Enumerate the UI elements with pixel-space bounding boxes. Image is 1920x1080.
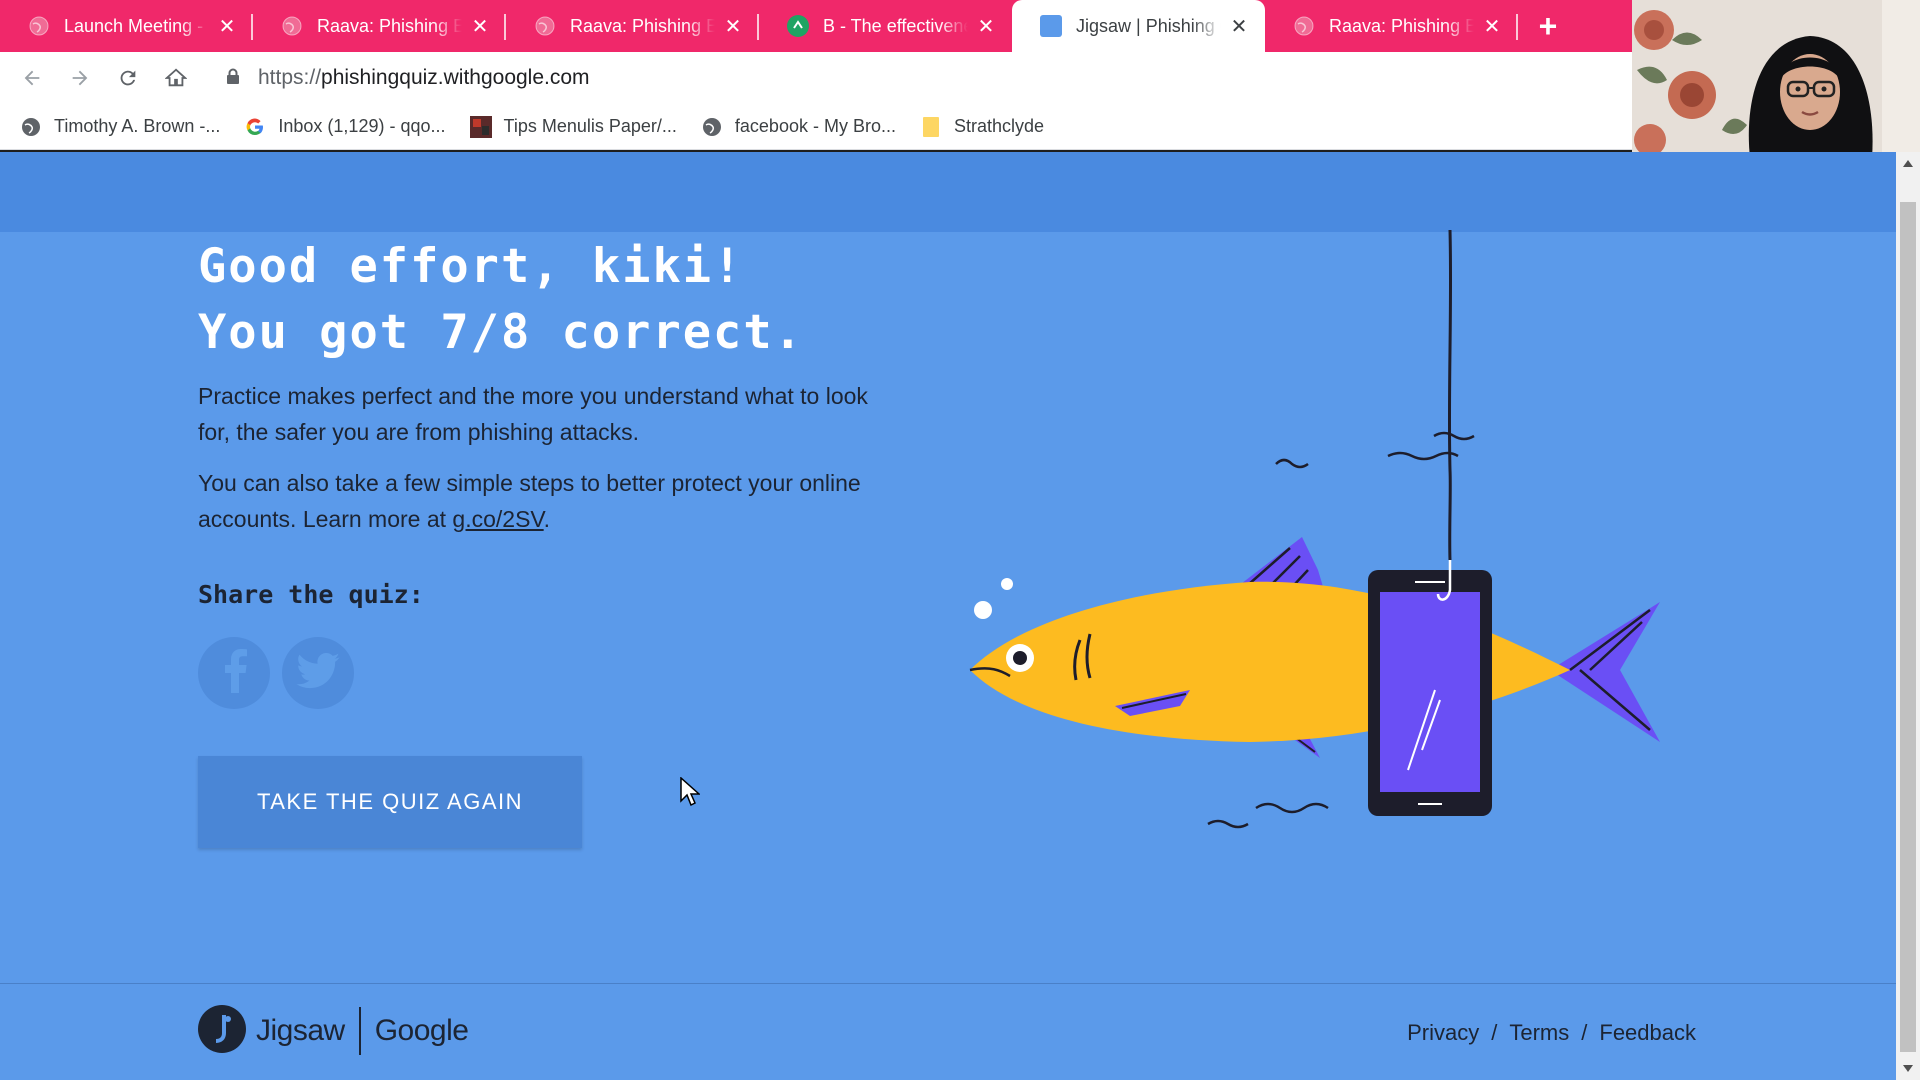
fish-phone-illustration (930, 229, 1690, 870)
learn-more-link[interactable]: g.co/2SV (452, 506, 543, 532)
scrollbar-thumb[interactable] (1900, 202, 1916, 1052)
link-separator: / (1491, 1020, 1498, 1045)
close-icon[interactable]: ✕ (468, 14, 492, 39)
tab-title: Raava: Phishing Em (570, 15, 715, 36)
jigsaw-wordmark: Jigsaw (256, 1014, 345, 1047)
close-icon[interactable]: ✕ (1480, 14, 1504, 39)
globe-icon (28, 15, 50, 37)
facebook-icon (217, 648, 251, 698)
tab-separator (1516, 14, 1518, 40)
close-icon[interactable]: ✕ (721, 14, 745, 39)
globe-icon (1293, 15, 1315, 37)
tab-title: Raava: Phishing Em (1329, 15, 1474, 36)
scroll-up-icon[interactable] (1903, 160, 1913, 167)
tab-5[interactable]: Raava: Phishing Em ✕ (1265, 0, 1518, 52)
share-label: Share the quiz: (198, 580, 424, 609)
tab-title: B - The effectivenes (823, 15, 968, 36)
mouse-cursor-icon (680, 776, 701, 812)
close-icon[interactable]: ✕ (1227, 14, 1251, 39)
tab-2[interactable]: Raava: Phishing Em ✕ (506, 0, 759, 52)
terms-link[interactable]: Terms (1509, 1020, 1569, 1046)
footer-links: Privacy / Terms / Feedback (1407, 1020, 1696, 1046)
bookmark-item[interactable]: Timothy A. Brown -... (20, 116, 220, 138)
tab-0[interactable]: Launch Meeting - Z ✕ (0, 0, 253, 52)
facebook-share-button[interactable] (198, 637, 270, 709)
globe-icon (534, 15, 556, 37)
vertical-scrollbar[interactable] (1896, 152, 1920, 1080)
bookmark-item[interactable]: facebook - My Bro... (701, 116, 896, 138)
forward-arrow-icon[interactable] (56, 54, 104, 102)
bookmark-label: Tips Menulis Paper/... (503, 116, 677, 136)
bookmark-label: Timothy A. Brown -... (54, 116, 221, 136)
tab-title: Jigsaw | Phishing Q (1076, 15, 1221, 36)
protect-text-end: . (543, 506, 551, 532)
tab-4-active[interactable]: Jigsaw | Phishing Q ✕ (1012, 0, 1265, 52)
page-content: Good effort, kiki! You got 7/8 correct. … (0, 152, 1896, 1080)
google-g-icon (244, 116, 266, 138)
bookmark-item[interactable]: Inbox (1,129) - qqo... (244, 116, 446, 138)
url-text: https://phishingquiz.withgoogle.com (258, 66, 590, 89)
feedback-link[interactable]: Feedback (1599, 1020, 1696, 1046)
tab-title: Launch Meeting - Z (64, 15, 209, 36)
scroll-down-icon[interactable] (1903, 1065, 1913, 1072)
back-arrow-icon[interactable] (8, 54, 56, 102)
globe-icon (701, 116, 723, 138)
tab-1[interactable]: Raava: Phishing Em ✕ (253, 0, 506, 52)
jigsaw-logo-icon (198, 1004, 246, 1058)
protect-paragraph: You can also take a few simple steps to … (198, 465, 878, 537)
globe-icon (20, 116, 42, 138)
bookmark-label: Inbox (1,129) - qqo... (278, 116, 446, 136)
jigsaw-google-logo[interactable]: Jigsaw Google (198, 1004, 469, 1058)
reload-icon[interactable] (104, 54, 152, 102)
bookmark-folder[interactable]: Strathclyde (920, 116, 1044, 138)
tab-title: Raava: Phishing Em (317, 15, 462, 36)
thumbnail-icon (469, 115, 492, 138)
new-tab-button[interactable]: + (1518, 0, 1578, 52)
page-footer: Jigsaw Google Privacy / Terms / Feedback (0, 983, 1896, 1080)
twitter-share-button[interactable] (282, 637, 354, 709)
google-wordmark: Google (374, 1014, 469, 1047)
tab-3[interactable]: B - The effectivenes ✕ (759, 0, 1012, 52)
lock-icon (226, 68, 240, 89)
close-icon[interactable]: ✕ (215, 14, 239, 39)
privacy-link[interactable]: Privacy (1407, 1020, 1479, 1046)
twitter-icon (296, 652, 340, 694)
bookmark-label: facebook - My Bro... (734, 116, 896, 136)
practice-paragraph: Practice makes perfect and the more you … (198, 383, 868, 445)
page-header-band (0, 152, 1896, 232)
home-icon[interactable] (152, 54, 200, 102)
folder-icon (920, 116, 942, 138)
webcam-video-overlay (1632, 0, 1920, 158)
take-quiz-again-button[interactable]: TAKE THE QUIZ AGAIN (198, 756, 582, 848)
blue-square-icon (1040, 15, 1062, 37)
close-icon[interactable]: ✕ (974, 14, 998, 39)
brand-divider (358, 1007, 361, 1055)
globe-icon (281, 15, 303, 37)
green-recycle-icon (787, 15, 809, 37)
bookmark-label: Strathclyde (953, 116, 1045, 136)
bookmark-item[interactable]: Tips Menulis Paper/... (469, 115, 677, 138)
link-separator: / (1581, 1020, 1588, 1045)
